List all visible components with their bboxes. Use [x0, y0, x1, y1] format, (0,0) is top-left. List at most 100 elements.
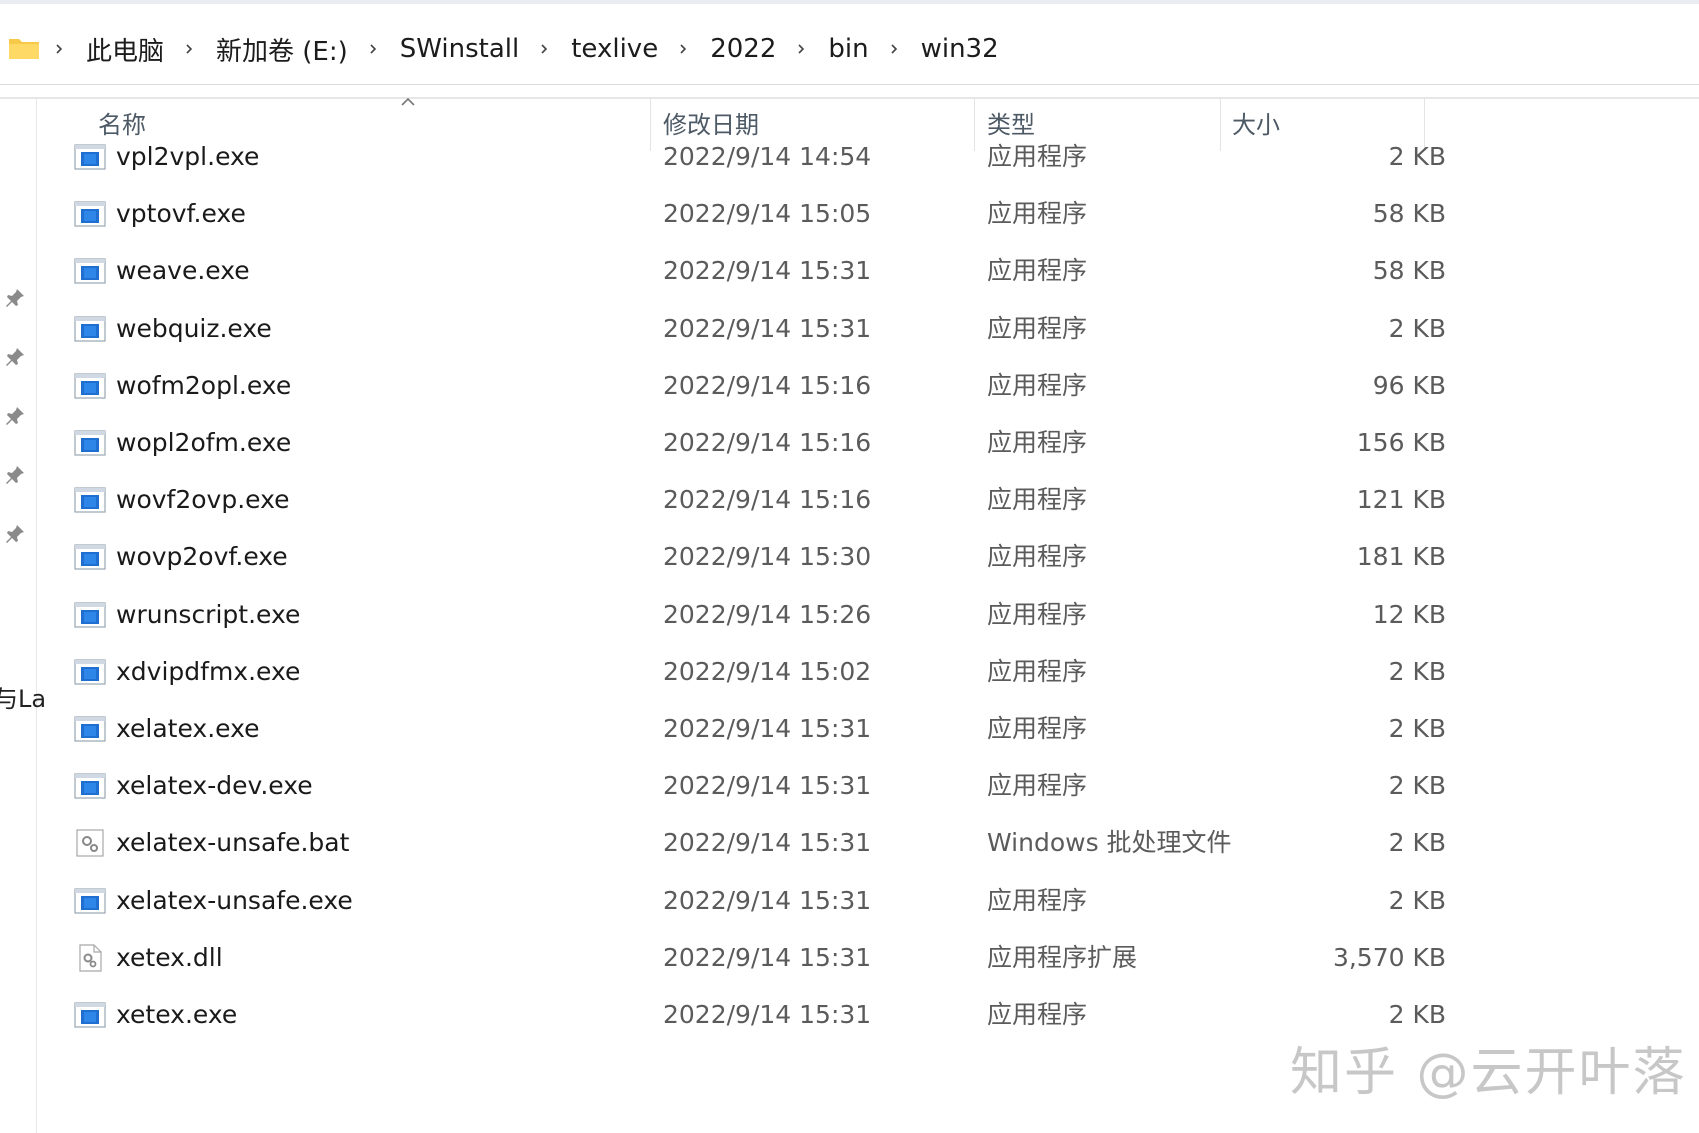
chevron-right-icon[interactable] — [537, 42, 551, 56]
file-size: 2 KB — [1388, 828, 1446, 858]
pin-icon[interactable] — [4, 287, 26, 309]
file-type: 应用程序 — [987, 313, 1088, 343]
exe-icon — [74, 1002, 106, 1028]
chevron-right-icon[interactable] — [676, 42, 690, 56]
file-type: 应用程序 — [987, 599, 1088, 629]
exe-icon — [74, 373, 106, 399]
pin-icon[interactable] — [4, 464, 26, 486]
file-name: xelatex-unsafe.bat — [116, 828, 350, 858]
file-name: xetex.dll — [116, 942, 223, 972]
file-size: 2 KB — [1388, 885, 1446, 915]
chevron-right-icon[interactable] — [182, 42, 196, 56]
chevron-right-icon[interactable] — [366, 42, 380, 56]
breadcrumb: 此电脑 新加卷 (E:) SWinstall texlive 2022 bin win32 — [52, 14, 1017, 84]
file-row[interactable]: wovf2ovp.exe 2022/9/14 15:16 应用程序 121 KB — [36, 474, 1446, 536]
window-top-edge — [0, 0, 1699, 4]
file-date-modified: 2022/9/14 15:16 — [663, 485, 872, 515]
file-type: Windows 批处理文件 — [987, 828, 1232, 858]
pin-icon[interactable] — [4, 405, 26, 427]
exe-icon — [74, 201, 106, 227]
file-row[interactable]: vptovf.exe 2022/9/14 15:05 应用程序 58 KB — [36, 188, 1446, 250]
file-name: wovf2ovp.exe — [116, 485, 290, 515]
file-row[interactable]: wovp2ovf.exe 2022/9/14 15:30 应用程序 181 KB — [36, 531, 1446, 593]
file-size: 58 KB — [1372, 199, 1446, 229]
file-type: 应用程序 — [987, 142, 1088, 171]
breadcrumb-item[interactable]: 新加卷 (E:) — [216, 31, 348, 68]
file-size: 181 KB — [1356, 542, 1446, 572]
file-name: wofm2opl.exe — [116, 370, 292, 400]
file-name: xelatex-dev.exe — [116, 771, 313, 801]
file-name: xetex.exe — [116, 1000, 238, 1029]
file-row[interactable]: xelatex.exe 2022/9/14 15:31 应用程序 2 KB — [36, 703, 1446, 765]
file-name: vptovf.exe — [116, 199, 246, 229]
file-row[interactable]: xetex.dll 2022/9/14 15:31 应用程序扩展 3,570 KB — [36, 932, 1446, 994]
file-date-modified: 2022/9/14 15:31 — [663, 828, 872, 858]
breadcrumb-item[interactable]: win32 — [921, 34, 999, 64]
file-type: 应用程序 — [987, 771, 1088, 801]
navigation-pane[interactable]: 与La — [0, 99, 46, 1133]
file-size: 12 KB — [1372, 599, 1446, 629]
breadcrumb-item[interactable]: 2022 — [710, 34, 776, 64]
breadcrumb-item[interactable]: 此电脑 — [86, 31, 164, 68]
pin-icon[interactable] — [4, 346, 26, 368]
file-row[interactable]: xelatex-unsafe.exe 2022/9/14 15:31 应用程序 2 K… — [36, 875, 1446, 937]
file-type: 应用程序 — [987, 1000, 1088, 1029]
file-name: wopl2ofm.exe — [116, 428, 292, 457]
exe-icon — [74, 258, 106, 284]
file-date-modified: 2022/9/14 15:05 — [663, 199, 872, 229]
file-size: 3,570 KB — [1332, 942, 1446, 972]
breadcrumb-item[interactable]: bin — [828, 34, 868, 64]
bat-icon — [76, 829, 104, 857]
chevron-right-icon[interactable] — [52, 42, 66, 56]
file-type: 应用程序扩展 — [987, 942, 1138, 972]
file-type: 应用程序 — [987, 656, 1088, 686]
file-name: vpl2vpl.exe — [116, 142, 260, 171]
file-type: 应用程序 — [987, 199, 1088, 229]
exe-icon — [74, 144, 106, 170]
exe-icon — [74, 544, 106, 570]
sort-ascending-icon[interactable] — [400, 95, 416, 107]
exe-icon — [74, 716, 106, 742]
file-name: xelatex-unsafe.exe — [116, 885, 353, 915]
chevron-right-icon[interactable] — [887, 42, 901, 56]
exe-icon — [74, 773, 106, 799]
file-name: weave.exe — [116, 256, 250, 286]
exe-icon — [74, 887, 106, 914]
exe-icon — [74, 315, 106, 342]
file-type: 应用程序 — [987, 714, 1088, 743]
exe-icon — [74, 487, 106, 513]
chevron-right-icon[interactable] — [794, 42, 808, 56]
file-row[interactable]: weave.exe 2022/9/14 15:31 应用程序 58 KB — [36, 245, 1446, 307]
exe-icon — [74, 430, 106, 456]
file-row[interactable]: wofm2opl.exe 2022/9/14 15:16 应用程序 96 KB — [36, 360, 1446, 422]
file-date-modified: 2022/9/14 15:31 — [663, 714, 872, 743]
file-row[interactable]: vpl2vpl.exe 2022/9/14 14:54 应用程序 2 KB — [36, 131, 1446, 193]
file-row[interactable]: wrunscript.exe 2022/9/14 15:26 应用程序 12 KB — [36, 589, 1446, 651]
watermark: 知乎 @云开叶落 — [1290, 1043, 1687, 1103]
file-date-modified: 2022/9/14 15:16 — [663, 428, 872, 457]
file-date-modified: 2022/9/14 15:31 — [663, 1000, 872, 1029]
file-type: 应用程序 — [987, 485, 1088, 515]
file-type: 应用程序 — [987, 428, 1088, 457]
file-date-modified: 2022/9/14 15:30 — [663, 542, 872, 572]
file-size: 96 KB — [1372, 370, 1446, 400]
file-row[interactable]: webquiz.exe 2022/9/14 15:31 应用程序 2 KB — [36, 303, 1446, 365]
address-bar[interactable]: 此电脑 新加卷 (E:) SWinstall texlive 2022 bin win32 — [0, 14, 1699, 85]
file-row[interactable]: xdvipdfmx.exe 2022/9/14 15:02 应用程序 2 KB — [36, 646, 1446, 708]
file-name: wovp2ovf.exe — [116, 542, 288, 572]
file-name: wrunscript.exe — [116, 599, 301, 629]
file-size: 121 KB — [1356, 485, 1446, 515]
pin-icon[interactable] — [4, 523, 26, 545]
file-date-modified: 2022/9/14 15:02 — [663, 656, 872, 686]
file-row[interactable]: xelatex-dev.exe 2022/9/14 15:31 应用程序 2 KB — [36, 760, 1446, 822]
file-row[interactable]: xelatex-unsafe.bat 2022/9/14 15:31 Windows… — [36, 817, 1446, 879]
file-name: xelatex.exe — [116, 714, 260, 743]
file-name: xdvipdfmx.exe — [116, 656, 301, 686]
file-row[interactable]: xetex.exe 2022/9/14 15:31 应用程序 2 KB — [36, 989, 1446, 1051]
breadcrumb-item[interactable]: SWinstall — [400, 34, 519, 64]
file-type: 应用程序 — [987, 256, 1088, 286]
file-row[interactable]: wopl2ofm.exe 2022/9/14 15:16 应用程序 156 KB — [36, 417, 1446, 479]
file-date-modified: 2022/9/14 15:31 — [663, 771, 872, 801]
dll-icon — [79, 944, 102, 972]
breadcrumb-item[interactable]: texlive — [571, 34, 658, 64]
